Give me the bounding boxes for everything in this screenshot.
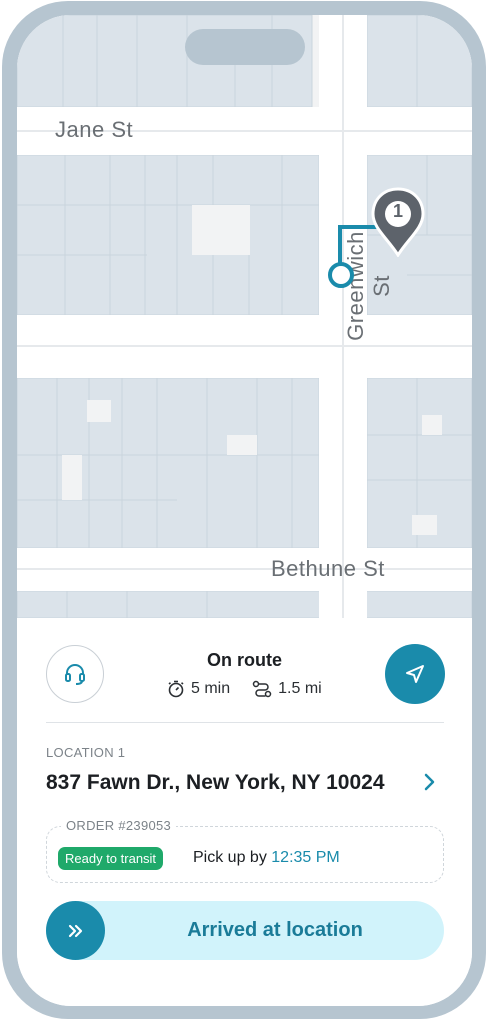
phone-frame: Jane St Greenwich St Bethune St 1 On rou… bbox=[2, 1, 486, 1019]
status-badge: Ready to transit bbox=[58, 847, 164, 870]
street-label-bethune: Bethune St bbox=[271, 556, 385, 581]
location-address[interactable]: 837 Fawn Dr., New York, NY 10024 bbox=[46, 771, 385, 795]
divider bbox=[46, 722, 444, 723]
map-view[interactable]: Jane St Greenwich St Bethune St 1 bbox=[17, 15, 472, 618]
route-icon bbox=[252, 680, 272, 698]
street-label-jane: Jane St bbox=[55, 117, 134, 142]
navigation-arrow-icon bbox=[406, 665, 424, 683]
slider-label: Arrived at location bbox=[187, 919, 363, 941]
map-pin-icon[interactable]: 1 bbox=[370, 187, 426, 257]
navigate-button[interactable] bbox=[385, 644, 445, 704]
eta-value: 5 min bbox=[191, 680, 231, 697]
timer-icon bbox=[168, 680, 184, 698]
order-number: ORDER #239053 bbox=[61, 818, 177, 833]
pickup-time: Pick up by 12:35 PM bbox=[193, 849, 340, 867]
route-status-meta: 5 min 1.5 mi bbox=[167, 680, 322, 698]
dynamic-island bbox=[185, 29, 305, 65]
arrived-slider[interactable]: Arrived at location bbox=[46, 901, 444, 960]
bottom-sheet: On route 5 min 1.5 mi LOCATION 1 837 Faw… bbox=[17, 618, 472, 1006]
order-card: ORDER #239053 Ready to transit Pick up b… bbox=[46, 818, 444, 883]
pickup-prefix: Pick up by bbox=[193, 849, 267, 866]
double-chevron-right-icon bbox=[68, 924, 82, 937]
slider-knob[interactable] bbox=[46, 901, 105, 960]
chevron-right-icon[interactable] bbox=[420, 770, 440, 794]
distance-value: 1.5 mi bbox=[278, 680, 322, 697]
pickup-time-value: 12:35 PM bbox=[271, 849, 340, 866]
location-label: LOCATION 1 bbox=[46, 745, 126, 760]
pin-number: 1 bbox=[392, 201, 403, 221]
current-location-icon bbox=[328, 262, 354, 288]
app-screen: Jane St Greenwich St Bethune St 1 On rou… bbox=[17, 15, 472, 1006]
map-canvas bbox=[17, 15, 472, 618]
